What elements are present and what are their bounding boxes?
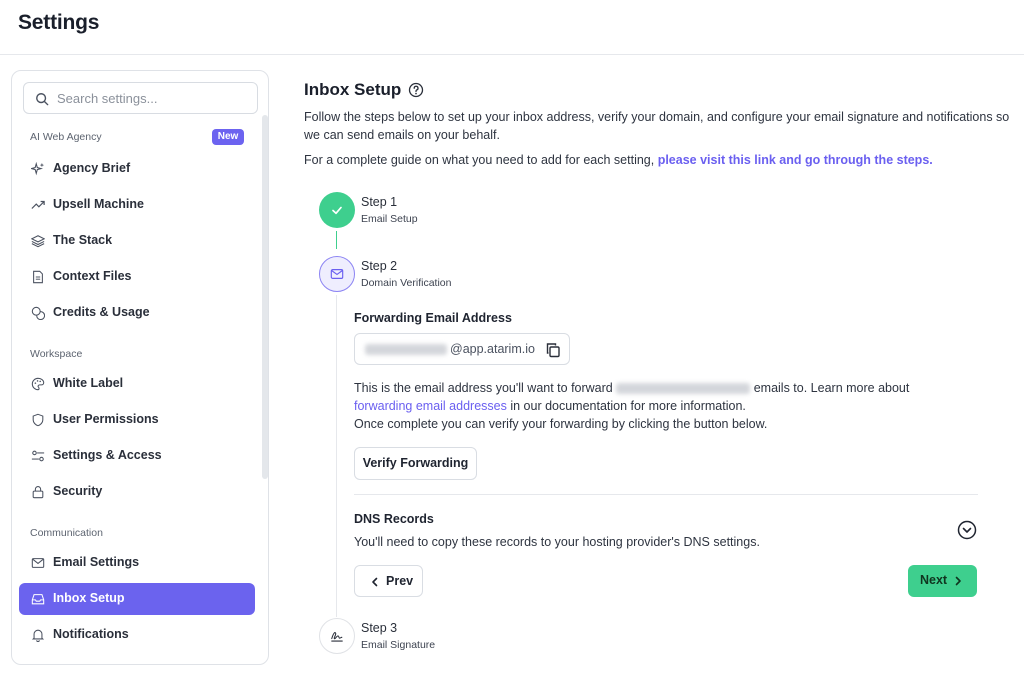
forwarding-text-line-2: forwarding email addresses in our docume…	[354, 397, 746, 415]
redacted-domain	[616, 383, 751, 395]
chevron-left-icon	[372, 577, 378, 587]
sidebar-item-label: Agency Brief	[53, 161, 131, 175]
main-content: Inbox Setup Follow the steps below to se…	[304, 55, 1024, 675]
sidebar-scrollbar[interactable]	[262, 115, 268, 479]
step-1-subtitle: Email Setup	[361, 213, 418, 225]
section-label-workspace: Workspace	[30, 348, 83, 360]
file-icon	[33, 270, 43, 284]
forwarding-text-2: in our documentation for more informatio…	[506, 399, 746, 413]
sidebar-item-label: White Label	[53, 376, 124, 390]
sidebar-item-white-label[interactable]: White Label	[19, 368, 255, 400]
guide-link[interactable]: please visit this link and go through th…	[658, 153, 933, 167]
sidebar-item-label: Context Files	[53, 269, 132, 283]
sidebar-item-notifications[interactable]: Notifications	[19, 619, 255, 651]
mail-open-icon	[330, 269, 344, 279]
sparkles-icon	[31, 162, 45, 176]
sidebar-item-label: The Stack	[53, 233, 113, 247]
step-3-title: Step 3	[361, 621, 398, 635]
section-divider	[354, 494, 978, 495]
forwarding-text-line-3: Once complete you can verify your forwar…	[354, 417, 768, 431]
layers-icon	[31, 235, 45, 248]
forwarding-text-1b: emails to. Learn more about	[753, 381, 910, 395]
new-badge: New	[212, 129, 244, 145]
signature-icon	[331, 632, 343, 642]
search-box[interactable]	[23, 82, 258, 114]
page-title: Settings	[18, 11, 100, 34]
sidebar-item-email-settings[interactable]: Email Settings	[19, 547, 255, 579]
settings-sidebar: AI Web Agency New Agency Brief Upsell Ma…	[11, 70, 269, 665]
sidebar-item-security[interactable]: Security	[19, 476, 255, 508]
section-label-ai-web-agency: AI Web Agency	[30, 131, 102, 143]
search-icon	[36, 93, 49, 106]
search-input[interactable]	[57, 88, 247, 108]
redacted-email-prefix	[365, 344, 447, 355]
sidebar-item-inbox-setup[interactable]: Inbox Setup	[19, 583, 255, 615]
dns-records-title: DNS Records	[354, 512, 434, 526]
help-circle-icon[interactable]	[408, 82, 424, 98]
palette-icon	[31, 377, 45, 391]
sidebar-item-settings-access[interactable]: Settings & Access	[19, 440, 255, 472]
sidebar-item-credits-usage[interactable]: Credits & Usage	[19, 297, 255, 329]
chevron-right-icon	[955, 576, 961, 586]
sidebar-item-label: Credits & Usage	[53, 305, 150, 319]
step-1-title: Step 1	[361, 195, 398, 209]
prev-label: Prev	[386, 574, 414, 588]
verify-forwarding-button[interactable]: Verify Forwarding	[354, 447, 477, 480]
chevron-down-circle-icon[interactable]	[957, 520, 977, 540]
intro-text-line-1: Follow the steps below to set up your in…	[304, 110, 1010, 124]
step-1-indicator	[319, 192, 355, 228]
bell-icon	[31, 629, 45, 642]
step-connector-2	[336, 295, 337, 617]
sidebar-item-label: User Permissions	[53, 412, 159, 426]
forwarding-text-1a: This is the email address you'll want to…	[354, 381, 613, 395]
section-title: Inbox Setup	[304, 80, 402, 99]
prev-button[interactable]: Prev	[354, 565, 423, 597]
step-2-title: Step 2	[361, 259, 398, 273]
intro-text-line-2: we can send emails on your behalf.	[304, 128, 500, 142]
step-3-indicator	[319, 618, 355, 654]
section-label-communication: Communication	[30, 527, 103, 539]
forwarding-email-field[interactable]: @app.atarim.io	[354, 333, 570, 365]
next-button[interactable]: Next	[908, 565, 977, 597]
dns-records-text: You'll need to copy these records to you…	[354, 535, 760, 549]
copy-icon[interactable]	[545, 342, 561, 358]
forwarding-docs-link[interactable]: forwarding email addresses	[354, 399, 507, 413]
guide-prefix: For a complete guide on what you need to…	[304, 153, 658, 167]
sidebar-item-context-files[interactable]: Context Files	[19, 261, 255, 293]
sidebar-item-user-permissions[interactable]: User Permissions	[19, 404, 255, 436]
top-bar: Settings	[0, 0, 1024, 55]
email-domain: @app.atarim.io	[450, 342, 535, 356]
coins-icon	[31, 306, 45, 320]
inbox-icon	[31, 594, 45, 605]
sliders-icon	[31, 450, 45, 462]
trending-up-icon	[31, 200, 45, 209]
sidebar-item-upsell-machine[interactable]: Upsell Machine	[19, 189, 255, 221]
mail-icon	[31, 558, 45, 568]
check-icon	[332, 206, 342, 215]
sidebar-item-label: Notifications	[53, 627, 129, 641]
forwarding-email-label: Forwarding Email Address	[354, 311, 512, 325]
forwarding-text-line-1: This is the email address you'll want to…	[354, 379, 909, 397]
sidebar-item-the-stack[interactable]: The Stack	[19, 225, 255, 257]
step-connector-1	[336, 231, 337, 249]
guide-text: For a complete guide on what you need to…	[304, 151, 933, 169]
shield-icon	[32, 413, 44, 427]
lock-icon	[32, 486, 44, 499]
sidebar-item-label: Inbox Setup	[53, 591, 125, 605]
sidebar-item-label: Security	[53, 484, 103, 498]
step-2-subtitle: Domain Verification	[361, 277, 452, 289]
sidebar-item-label: Email Settings	[53, 555, 140, 569]
next-label: Next	[920, 573, 948, 587]
step-3-subtitle: Email Signature	[361, 639, 436, 651]
sidebar-item-label: Upsell Machine	[53, 197, 144, 211]
step-2-indicator	[319, 256, 355, 292]
sidebar-item-agency-brief[interactable]: Agency Brief	[19, 153, 255, 185]
sidebar-item-label: Settings & Access	[53, 448, 162, 462]
